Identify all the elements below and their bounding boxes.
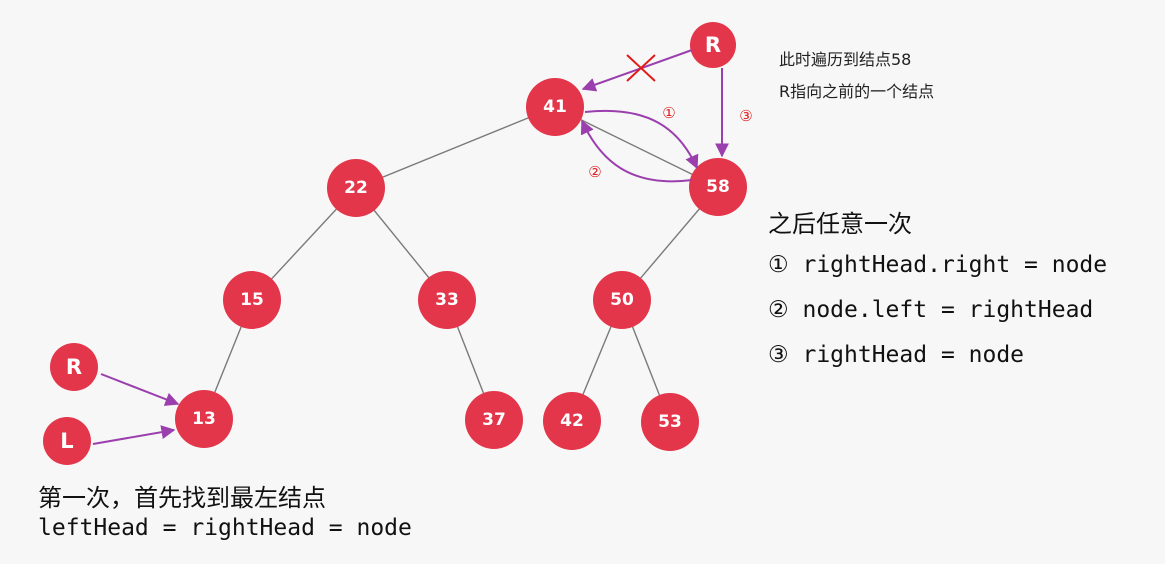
pointer-l-left-label: L xyxy=(60,429,73,453)
pointer-r-top-label: R xyxy=(705,33,721,57)
pointer-r-left: R xyxy=(50,343,98,391)
pointer-r-left-label: R xyxy=(66,355,82,379)
arrow-r-to-41-old xyxy=(581,49,693,92)
after-title: 之后任意一次 xyxy=(768,210,912,238)
step-marker-2: ② xyxy=(588,163,601,181)
arrow-r-to-13 xyxy=(100,373,180,406)
node-label-42: 42 xyxy=(560,411,584,431)
arrow-step1-41-to-58 xyxy=(584,109,699,170)
tree-node-33: 33 xyxy=(418,271,476,329)
after-step-3: ③ rightHead = node xyxy=(768,342,1025,368)
node-label-22: 22 xyxy=(344,178,368,198)
tree-node-22: 22 xyxy=(327,159,385,217)
step-marker-3: ③ xyxy=(739,107,752,125)
node-label-13: 13 xyxy=(192,409,216,429)
tree-node-15: 15 xyxy=(223,271,281,329)
tree-node-42: 42 xyxy=(543,392,601,450)
node-label-41: 41 xyxy=(543,97,567,117)
tree-node-58: 58 xyxy=(689,158,747,216)
node-label-37: 37 xyxy=(482,410,506,430)
node-label-15: 15 xyxy=(240,290,264,310)
pointer-l-left: L xyxy=(43,417,91,465)
after-step-1: ① rightHead.right = node xyxy=(768,252,1108,278)
tree-node-53: 53 xyxy=(641,393,699,451)
step-marker-1: ① xyxy=(662,104,675,122)
pointer-arrows xyxy=(92,49,729,445)
tree-node-37: 37 xyxy=(465,391,523,449)
after-step-2: ② node.left = rightHead xyxy=(768,297,1094,323)
arrow-l-to-13 xyxy=(92,425,176,445)
first-code: leftHead = rightHead = node xyxy=(38,515,412,541)
node-label-58: 58 xyxy=(706,177,730,197)
pointer-r-top: R xyxy=(690,22,736,68)
tree-node-13: 13 xyxy=(175,390,233,448)
node-label-50: 50 xyxy=(610,290,634,310)
tree-edges xyxy=(203,106,719,423)
cross-icon xyxy=(626,54,656,82)
first-title: 第一次，首先找到最左结点 xyxy=(38,484,326,512)
tree-node-41: 41 xyxy=(526,78,584,136)
node-label-33: 33 xyxy=(435,290,459,310)
note-line-1: 此时遍历到结点58 xyxy=(779,50,912,69)
node-label-53: 53 xyxy=(658,412,682,432)
note-line-2: R指向之前的一个结点 xyxy=(779,82,935,101)
edge-41-22 xyxy=(355,106,556,189)
tree-node-50: 50 xyxy=(593,271,651,329)
